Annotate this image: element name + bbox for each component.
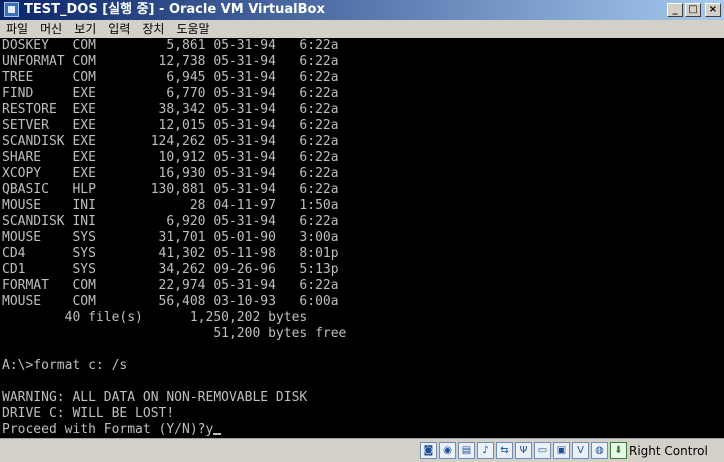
virtualbox-window: TEST_DOS [실행 중] - Oracle VM VirtualBox _…: [0, 0, 724, 462]
menu-file[interactable]: 파일: [0, 20, 34, 38]
mouse-integration-icon[interactable]: ◍: [591, 442, 608, 459]
terminal-line: SCANDISK EXE 124,262 05-31-94 6:22a: [2, 134, 339, 149]
terminal-line: MOUSE COM 56,408 03-10-93 6:00a: [2, 294, 339, 309]
terminal-line: SETVER EXE 12,015 05-31-94 6:22a: [2, 118, 339, 133]
device-indicators: ◙ ◉ ▤ ♪ ⇆ Ψ ▭ ▣ V ◍ ⬇: [420, 442, 627, 459]
menu-bar: 파일 머신 보기 입력 장치 도움말: [0, 20, 724, 38]
hard-disk-icon[interactable]: ◙: [420, 442, 437, 459]
floppy-drive-icon[interactable]: ▤: [458, 442, 475, 459]
terminal-line: CD4 SYS 41,302 05-11-98 8:01p: [2, 246, 339, 261]
menu-devices[interactable]: 장치: [136, 20, 170, 38]
terminal-line: Proceed with Format (Y/N)?y: [2, 422, 222, 438]
status-bar: ◙ ◉ ▤ ♪ ⇆ Ψ ▭ ▣ V ◍ ⬇ Right Control: [0, 438, 724, 462]
shared-folder-icon[interactable]: ▭: [534, 442, 551, 459]
video-capture-icon[interactable]: V: [572, 442, 589, 459]
terminal-line: CD1 SYS 34,262 09-26-96 5:13p: [2, 262, 339, 277]
menu-machine[interactable]: 머신: [34, 20, 68, 38]
display-icon[interactable]: ▣: [553, 442, 570, 459]
terminal-line: SHARE EXE 10,912 05-31-94 6:22a: [2, 150, 339, 165]
menu-help[interactable]: 도움말: [170, 20, 215, 38]
optical-drive-icon[interactable]: ◉: [439, 442, 456, 459]
network-icon[interactable]: ⇆: [496, 442, 513, 459]
maximize-button[interactable]: □: [685, 3, 701, 17]
terminal-line: 51,200 bytes free: [2, 326, 347, 341]
menu-view[interactable]: 보기: [68, 20, 102, 38]
usb-icon[interactable]: Ψ: [515, 442, 532, 459]
terminal-line: WARNING: ALL DATA ON NON-REMOVABLE DISK: [2, 390, 308, 405]
audio-icon[interactable]: ♪: [477, 442, 494, 459]
terminal-line: FORMAT COM 22,974 05-31-94 6:22a: [2, 278, 339, 293]
vm-display-screen[interactable]: DOSKEY COM 5,861 05-31-94 6:22a UNFORMAT …: [0, 38, 724, 438]
terminal-line: A:\>format c: /s: [2, 358, 128, 373]
terminal-line: QBASIC HLP 130,881 05-31-94 6:22a: [2, 182, 339, 197]
host-key-label: Right Control: [629, 444, 708, 458]
window-title: TEST_DOS [실행 중] - Oracle VM VirtualBox: [24, 2, 325, 17]
minimize-button[interactable]: _: [667, 3, 683, 17]
terminal-line: UNFORMAT COM 12,738 05-31-94 6:22a: [2, 54, 339, 69]
terminal-line: 40 file(s) 1,250,202 bytes: [2, 310, 308, 325]
window-controls: _ □ ×: [667, 3, 721, 17]
terminal-line: MOUSE INI 28 04-11-97 1:50a: [2, 198, 339, 213]
terminal-line: TREE COM 6,945 05-31-94 6:22a: [2, 70, 339, 85]
close-button[interactable]: ×: [705, 3, 721, 17]
terminal-line: DRIVE C: WILL BE LOST!: [2, 406, 175, 421]
host-key-indicator-icon[interactable]: ⬇: [610, 442, 627, 459]
menu-input[interactable]: 입력: [102, 20, 136, 38]
terminal-line: RESTORE EXE 38,342 05-31-94 6:22a: [2, 102, 339, 117]
text-cursor: [213, 433, 222, 435]
terminal-line: FIND EXE 6,770 05-31-94 6:22a: [2, 86, 339, 101]
title-bar[interactable]: TEST_DOS [실행 중] - Oracle VM VirtualBox _…: [0, 0, 724, 20]
terminal-line: XCOPY EXE 16,930 05-31-94 6:22a: [2, 166, 339, 181]
terminal-line: SCANDISK INI 6,920 05-31-94 6:22a: [2, 214, 339, 229]
virtualbox-app-icon[interactable]: [4, 2, 19, 17]
terminal-line: DOSKEY COM 5,861 05-31-94 6:22a: [2, 38, 339, 53]
terminal-line: MOUSE SYS 31,701 05-01-90 3:00a: [2, 230, 339, 245]
